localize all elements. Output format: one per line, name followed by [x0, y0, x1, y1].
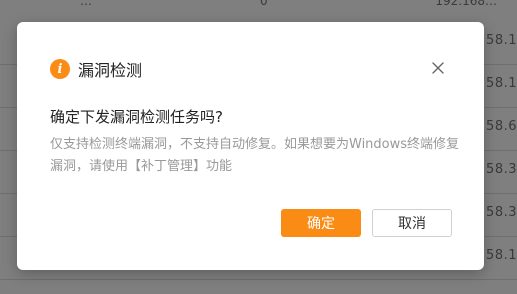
- background-cell: …: [80, 0, 92, 8]
- confirm-button[interactable]: 确定: [281, 209, 361, 237]
- dialog-header: i 漏洞检测: [50, 58, 142, 80]
- background-cell: 192.168…: [435, 0, 497, 8]
- background-cell: 0: [260, 0, 268, 8]
- cancel-button[interactable]: 取消: [372, 209, 452, 237]
- dialog-title: 漏洞检测: [78, 61, 143, 80]
- dialog-description: 仅支持检测终端漏洞，不支持自动修复。如果想要为Windows终端修复漏洞，请使用…: [50, 137, 460, 174]
- confirm-dialog: i 漏洞检测 确定下发漏洞检测任务吗? 仅支持检测终端漏洞，不支持自动修复。如果…: [17, 22, 484, 270]
- close-icon[interactable]: [430, 60, 446, 76]
- dialog-question: 确定下发漏洞检测任务吗?: [50, 108, 223, 126]
- warning-icon: i: [50, 59, 70, 79]
